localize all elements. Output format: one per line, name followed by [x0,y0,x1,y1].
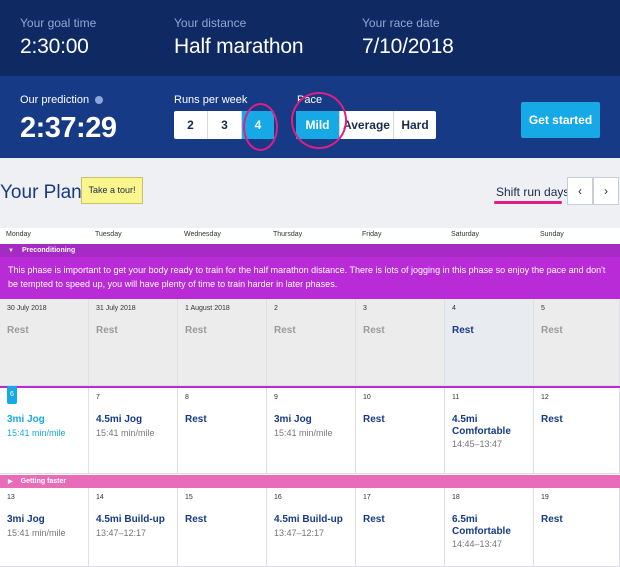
day-cell[interactable]: 11 4.5mi Comfortable 14:45–13:47 [445,388,534,474]
shift-run-days-link[interactable]: Shift run days [496,185,569,199]
day-header-sunday: Sunday [540,231,564,238]
pace-option-average[interactable]: Average [340,111,394,139]
plan-title: Your Plan [0,182,82,203]
day-cell[interactable]: 4 Rest [445,299,534,386]
today-badge: 6 [7,386,17,404]
goal-time: Your goal time 2:30:00 [20,16,96,59]
phase-name: Getting faster [20,478,67,485]
prediction-label: Our prediction [20,94,104,106]
runs-option-2[interactable]: 2 [174,111,208,139]
annotation-circle-pace [291,92,347,149]
day-cell[interactable]: 7 4.5mi Jog 15:41 min/mile [89,388,178,474]
day-cell[interactable]: 9 3mi Jog 15:41 min/mile [267,388,356,474]
runs-per-week-label: Runs per week [174,94,248,106]
goal-distance-label: Your distance [174,16,247,30]
phase-description: This phase is important to get your body… [0,257,620,299]
day-header-tuesday: Tuesday [95,231,122,238]
day-cell[interactable]: 3 Rest [356,299,445,386]
day-cell[interactable]: 12 Rest [534,388,620,474]
day-header-monday: Monday [6,231,31,238]
day-header-saturday: Saturday [451,231,480,238]
phase-name: Preconditioning [21,247,76,254]
goal-race-date-value: 7/10/2018 [362,35,454,58]
day-cell[interactable]: 2 Rest [267,299,356,386]
day-header-row: Monday Tuesday Wednesday Thursday Friday… [0,228,620,244]
day-cell[interactable]: 16 4.5mi Build-up 13:47–12:17 [267,488,356,567]
day-cell[interactable]: 18 6.5mi Comfortable 14:44–13:47 [445,488,534,567]
goal-time-value: 2:30:00 [20,35,89,58]
day-header-wednesday: Wednesday [184,231,221,238]
day-cell[interactable]: 8 Rest [178,388,267,474]
day-cell[interactable]: 17 Rest [356,488,445,567]
day-cell[interactable]: 1 August 2018 Rest [178,299,267,386]
phase-bar-getting-faster[interactable]: ▶ Getting faster [0,475,620,488]
prediction-value: 2:37:29 [20,112,117,144]
pace-option-hard[interactable]: Hard [394,111,436,139]
info-icon[interactable] [95,96,104,105]
chevron-right-icon: › [604,184,608,198]
day-header-thursday: Thursday [273,231,303,238]
goal-distance-value: Half marathon [174,35,304,58]
phase-bar-preconditioning[interactable]: ▼ Preconditioning [0,244,620,257]
day-cell[interactable]: 30 July 2018 Rest [0,299,89,386]
annotation-underline [494,201,562,204]
day-cell[interactable]: 31 July 2018 Rest [89,299,178,386]
goal-time-label: Your goal time [20,16,97,30]
runs-option-3[interactable]: 3 [208,111,242,139]
take-tour-button[interactable]: Take a tour! [81,177,143,204]
day-cell[interactable]: 14 4.5mi Build-up 13:47–12:17 [89,488,178,567]
prev-week-button[interactable]: ‹ [567,177,593,205]
next-week-button[interactable]: › [593,177,619,205]
goal-band: Your goal time 2:30:00 Your distance Hal… [0,0,620,76]
chevron-left-icon: ‹ [578,184,582,198]
day-cell[interactable]: 10 Rest [356,388,445,474]
day-cell[interactable]: 19 Rest [534,488,620,567]
goal-race-date: Your race date 7/10/2018 [362,16,454,59]
goal-distance: Your distance Half marathon [174,16,303,59]
day-cell[interactable]: 15 Rest [178,488,267,567]
day-header-friday: Friday [362,231,382,238]
annotation-circle-runs [243,103,278,151]
day-cell[interactable]: 5 Rest [534,299,620,386]
get-started-button[interactable]: Get started [521,102,600,138]
day-cell[interactable]: 13 3mi Jog 15:41 min/mile [0,488,89,567]
goal-race-date-label: Your race date [362,16,440,30]
